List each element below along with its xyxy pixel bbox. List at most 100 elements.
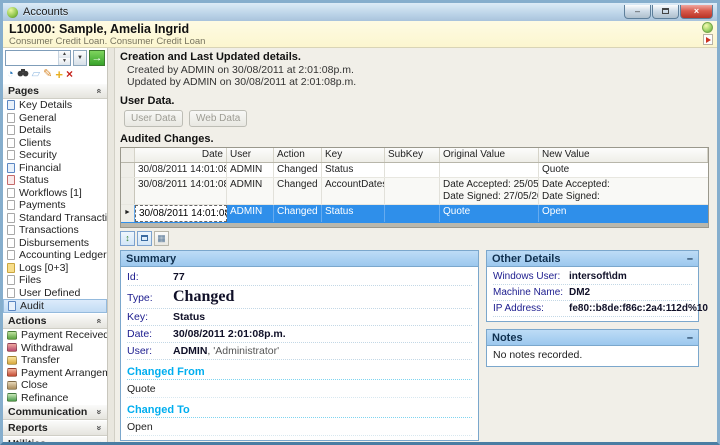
close-button[interactable]: × bbox=[680, 5, 713, 19]
go-button[interactable]: → bbox=[89, 50, 105, 66]
spin-down-icon[interactable]: ▼ bbox=[59, 58, 70, 65]
action-refinance[interactable]: Refinance bbox=[3, 392, 107, 405]
sidebar-item-details[interactable]: Details bbox=[3, 124, 107, 137]
action-close[interactable]: Close bbox=[3, 379, 107, 392]
add-icon[interactable]: + bbox=[55, 68, 63, 81]
export-grid-button[interactable]: ▦ bbox=[154, 231, 169, 246]
expand-grid-button[interactable] bbox=[137, 231, 152, 246]
column-header-user[interactable]: User bbox=[227, 148, 274, 162]
focused-cell[interactable]: 30/08/2011 14:01:08 bbox=[135, 205, 227, 222]
sidebar-section-utilities[interactable]: Utilities » bbox=[3, 436, 107, 442]
sidebar-item-standard-transactions[interactable]: Standard Transactions bbox=[3, 212, 107, 225]
history-icon[interactable]: ◔ bbox=[7, 68, 14, 81]
account-header: L10000: Sample, Amelia Ingrid Consumer C… bbox=[3, 21, 717, 48]
sidebar: ▲ ▼ ▼ → ◔ ▱ ✎ + × Pages « bbox=[3, 48, 108, 442]
withdrawal-icon bbox=[7, 343, 17, 352]
sidebar-item-accounting-ledgers[interactable]: Accounting Ledgers bbox=[3, 249, 107, 262]
sidebar-section-pages[interactable]: Pages « bbox=[3, 83, 107, 99]
refresh-icon[interactable] bbox=[702, 22, 713, 33]
detail-ip-address: IP Address: fe80::b8de:f86c:2a4:112d%10 bbox=[493, 301, 692, 317]
payment-arrangement-icon bbox=[7, 368, 17, 377]
spin-up-icon[interactable]: ▲ bbox=[59, 51, 70, 58]
maximize-button[interactable] bbox=[652, 5, 679, 19]
updated-line: Updated by ADMIN on 30/08/2011 at 2:01:0… bbox=[120, 77, 711, 89]
window-icon bbox=[141, 235, 148, 241]
sidebar-item-clients[interactable]: Clients bbox=[3, 137, 107, 150]
column-header-subkey[interactable]: SubKey bbox=[385, 148, 440, 162]
web-data-button[interactable]: Web Data bbox=[189, 110, 247, 127]
page-icon bbox=[7, 150, 15, 160]
payment-received-icon bbox=[7, 331, 17, 340]
user-data-heading: User Data. bbox=[120, 95, 711, 107]
account-number-input[interactable] bbox=[6, 51, 58, 65]
sidebar-item-disbursements[interactable]: Disbursements bbox=[3, 237, 107, 250]
refinance-icon bbox=[7, 393, 17, 402]
sidebar-item-logs[interactable]: Logs [0+3] bbox=[3, 262, 107, 275]
sidebar-item-key-details[interactable]: Key Details bbox=[3, 99, 107, 112]
minimize-button[interactable]: – bbox=[624, 5, 651, 19]
transfer-icon bbox=[7, 356, 17, 365]
main-content: Creation and Last Updated details. Creat… bbox=[115, 48, 717, 442]
app-window: Accounts – × L10000: Sample, Amelia Ingr… bbox=[0, 0, 720, 445]
fit-rows-button[interactable]: ↕ bbox=[120, 231, 135, 246]
sidebar-item-workflows[interactable]: Workflows [1] bbox=[3, 187, 107, 200]
sidebar-item-general[interactable]: General bbox=[3, 112, 107, 125]
action-payment-arrangement[interactable]: Payment Arrangement bbox=[3, 367, 107, 380]
notes-panel: Notes – No notes recorded. bbox=[486, 329, 699, 367]
sidebar-item-files[interactable]: Files bbox=[3, 274, 107, 287]
account-number-spinner[interactable]: ▲ ▼ bbox=[5, 50, 71, 66]
changed-from-heading: Changed From bbox=[127, 366, 472, 380]
grid-selector-header bbox=[121, 148, 135, 162]
app-icon bbox=[7, 7, 18, 18]
created-line: Created by ADMIN on 30/08/2011 at 2:01:0… bbox=[120, 65, 711, 77]
sidebar-section-actions[interactable]: Actions « bbox=[3, 313, 107, 329]
summary-field-key: Key: Status bbox=[127, 309, 472, 326]
summary-panel-title: Summary bbox=[126, 253, 176, 265]
creation-heading: Creation and Last Updated details. bbox=[120, 51, 711, 63]
sidebar-item-security[interactable]: Security bbox=[3, 149, 107, 162]
page-icon bbox=[7, 113, 15, 123]
collapse-panel-button[interactable]: – bbox=[687, 333, 693, 343]
table-row-selected[interactable]: ► 30/08/2011 14:01:08 ADMIN Changed Stat… bbox=[121, 205, 708, 223]
column-header-date[interactable]: Date bbox=[135, 148, 227, 162]
action-transfer[interactable]: Transfer bbox=[3, 354, 107, 367]
table-row[interactable]: 30/08/2011 14:01:08 ADMIN Changed Accoun… bbox=[121, 178, 708, 205]
sidebar-section-communication[interactable]: Communication » bbox=[3, 404, 107, 420]
sidebar-item-transactions[interactable]: Transactions bbox=[3, 224, 107, 237]
action-withdrawal[interactable]: Withdrawal bbox=[3, 342, 107, 355]
sidebar-item-financial[interactable]: Financial bbox=[3, 162, 107, 175]
section-label: Actions bbox=[8, 315, 47, 327]
column-header-action[interactable]: Action bbox=[274, 148, 322, 162]
account-dropdown-button[interactable]: ▼ bbox=[73, 50, 87, 66]
sidebar-item-payments[interactable]: Payments bbox=[3, 199, 107, 212]
collapse-chevron-icon: « bbox=[94, 318, 104, 323]
edit-icon[interactable]: ✎ bbox=[43, 68, 52, 81]
notes-title: Notes bbox=[492, 332, 523, 344]
maximize-icon bbox=[662, 8, 669, 14]
clear-icon[interactable]: ▱ bbox=[32, 68, 40, 81]
titlebar[interactable]: Accounts – × bbox=[3, 3, 717, 21]
column-header-new-value[interactable]: New Value bbox=[539, 148, 708, 162]
sidebar-item-user-defined[interactable]: User Defined bbox=[3, 287, 107, 300]
sidebar-item-status[interactable]: Status bbox=[3, 174, 107, 187]
collapse-panel-button[interactable]: – bbox=[687, 254, 693, 264]
page-icon bbox=[7, 238, 15, 248]
detail-machine-name: Machine Name: DM2 bbox=[493, 285, 692, 301]
sidebar-splitter[interactable] bbox=[108, 48, 115, 442]
table-row[interactable]: 30/08/2011 14:01:08 ADMIN Changed Status… bbox=[121, 163, 708, 178]
expand-chevron-icon: » bbox=[94, 441, 104, 442]
account-subtitle: Consumer Credit Loan. Consumer Credit Lo… bbox=[9, 37, 702, 46]
page-icon bbox=[7, 188, 15, 198]
notes-empty-text: No notes recorded. bbox=[487, 346, 698, 366]
column-header-original-value[interactable]: Original Value bbox=[440, 148, 539, 162]
user-data-button[interactable]: User Data bbox=[124, 110, 183, 127]
export-icon[interactable] bbox=[703, 34, 713, 45]
page-icon bbox=[7, 125, 15, 135]
sidebar-section-reports[interactable]: Reports » bbox=[3, 420, 107, 436]
action-payment-received[interactable]: Payment Received bbox=[3, 329, 107, 342]
column-header-key[interactable]: Key bbox=[322, 148, 385, 162]
window-title: Accounts bbox=[23, 6, 624, 18]
find-icon[interactable] bbox=[17, 68, 29, 82]
delete-icon[interactable]: × bbox=[66, 68, 73, 81]
sidebar-item-audit[interactable]: Audit bbox=[3, 299, 107, 313]
